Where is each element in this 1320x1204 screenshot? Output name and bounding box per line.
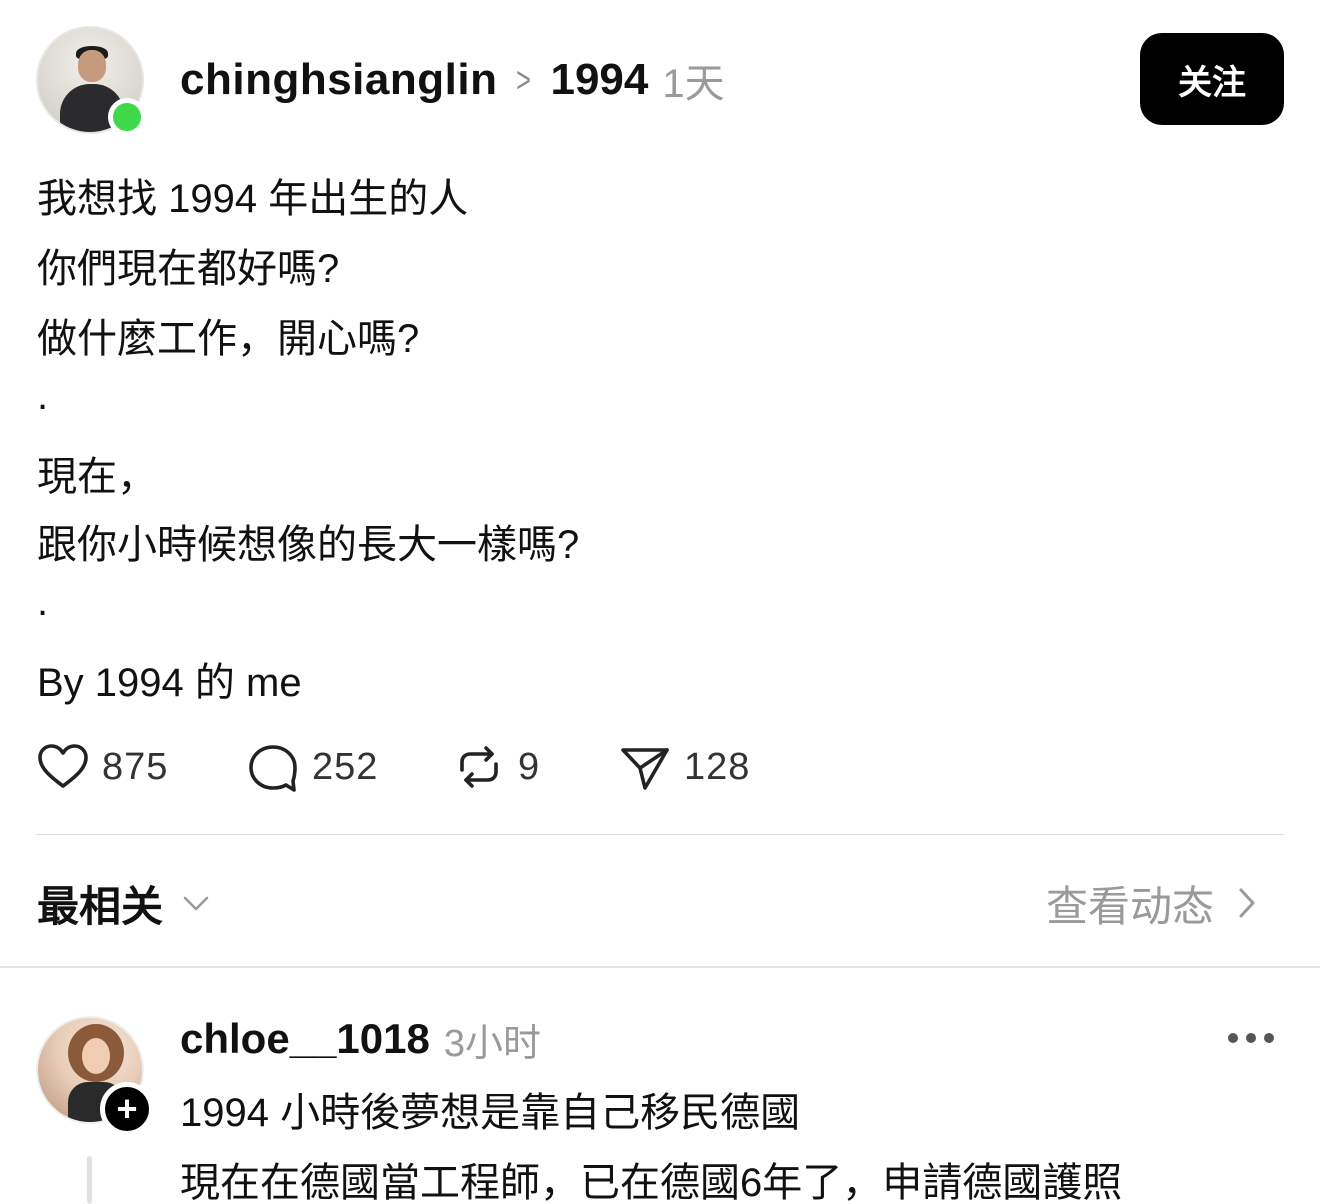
chevron-down-icon (183, 896, 209, 911)
chevron-right-icon: > (516, 59, 532, 100)
activity-label: 查看动态 (1046, 882, 1215, 930)
repost-button[interactable]: 9 (452, 738, 540, 796)
post-text-line: 你們現在都好嗎? (37, 247, 340, 291)
reply-text-line: 1994 小時後夢想是靠自己移民德國 (180, 1091, 801, 1135)
reply-username[interactable]: chloe__1018 (180, 1015, 430, 1063)
repost-count: 9 (518, 745, 541, 788)
comment-button[interactable]: 252 (246, 738, 378, 796)
reply-text-line: 現在在德國當工程師，已在德國6年了，申請德國護照 (180, 1161, 1123, 1204)
chevron-right-icon (1239, 888, 1255, 918)
post-text-line: . (37, 374, 49, 418)
comment-count: 252 (312, 745, 379, 788)
post-time: 1天 (662, 62, 725, 106)
reply-header: chloe__1018 3小时 (180, 1012, 541, 1066)
post-header: chinghsianglin > 1994 1天 (180, 52, 725, 108)
sort-dropdown[interactable]: 最相关 (37, 876, 211, 930)
view-activity-link[interactable]: 查看动态 (1046, 876, 1260, 930)
thread-page: chinghsianglin > 1994 1天 关注 我想找 1994 年出生… (0, 0, 1320, 1204)
section-divider (0, 966, 1320, 968)
share-count: 128 (684, 745, 751, 788)
thread-line (87, 1156, 92, 1204)
send-icon (621, 748, 669, 790)
post-text-line: 跟你小時候想像的長大一樣嗎? (37, 523, 580, 567)
like-count: 875 (102, 745, 169, 788)
heart-icon (38, 744, 88, 788)
divider (36, 834, 1284, 835)
sort-label: 最相关 (37, 882, 164, 930)
reply-time: 3小时 (443, 1022, 541, 1065)
post-text-line: By 1994 的 me (37, 661, 302, 705)
online-status-icon (108, 98, 146, 136)
topic-tag[interactable]: 1994 (550, 55, 648, 105)
post-text-line: 做什麼工作，開心嗎? (37, 317, 420, 361)
follow-button[interactable]: 关注 (1140, 33, 1284, 125)
follow-plus-icon[interactable]: + (100, 1082, 154, 1136)
author-username[interactable]: chinghsianglin (180, 55, 497, 105)
comment-icon (249, 745, 297, 792)
like-button[interactable]: 875 (36, 738, 168, 796)
post-text-line: 現在， (37, 455, 157, 499)
share-button[interactable]: 128 (618, 738, 750, 796)
ellipsis-icon[interactable] (1228, 1026, 1274, 1050)
repost-icon (460, 746, 498, 788)
post-text-line: 我想找 1994 年出生的人 (37, 177, 469, 221)
post-text-line: . (37, 580, 49, 624)
